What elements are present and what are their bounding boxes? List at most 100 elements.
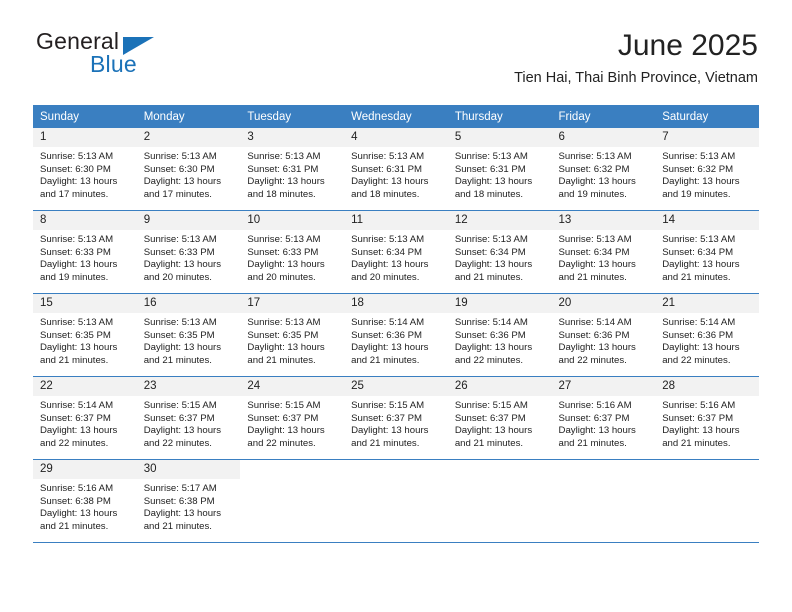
day-number: 2	[136, 128, 241, 147]
day-details: Sunrise: 5:15 AM Sunset: 6:37 PM Daylight:…	[240, 396, 344, 450]
day-cell[interactable]: 25 Sunrise: 5:15 AM Sunset: 6:37 PM Dayligh…	[344, 376, 448, 460]
day-cell[interactable]: 9 Sunrise: 5:13 AM Sunset: 6:33 PM Daylight…	[136, 210, 241, 294]
day-number: 20	[551, 294, 656, 313]
sunrise-text: Sunrise: 5:13 AM	[143, 151, 217, 162]
sunset-text: Sunset: 6:38 PM	[40, 495, 111, 507]
day-number: 25	[344, 377, 448, 396]
sunrise-text: Sunrise: 5:13 AM	[351, 151, 425, 162]
day-cell[interactable]: 4 Sunrise: 5:13 AM Sunset: 6:31 PM Daylight…	[344, 128, 448, 211]
daylight-text-line2: and 19 minutes.	[40, 271, 109, 283]
sunrise-text: Sunrise: 5:13 AM	[454, 234, 528, 245]
daylight-text-line2: and 22 minutes.	[143, 437, 212, 449]
sunrise-text: Sunrise: 5:13 AM	[454, 151, 528, 162]
day-cell[interactable]: 20 Sunrise: 5:14 AM Sunset: 6:36 PM Dayligh…	[551, 293, 656, 377]
daylight-text-line2: and 22 minutes.	[558, 354, 627, 366]
sunset-text: Sunset: 6:37 PM	[143, 412, 215, 424]
day-cell[interactable]: 8 Sunrise: 5:13 AM Sunset: 6:33 PM Daylight…	[33, 210, 137, 294]
daylight-text-line1: Daylight: 13 hours	[143, 425, 222, 437]
day-cell[interactable]: 26 Sunrise: 5:15 AM Sunset: 6:37 PM Dayligh…	[447, 376, 552, 460]
sunrise-text: Sunrise: 5:13 AM	[247, 151, 321, 162]
daylight-text-line2: and 20 minutes.	[351, 271, 420, 283]
day-number: 17	[240, 294, 345, 313]
daylight-text-line2: and 21 minutes.	[454, 271, 524, 283]
sunrise-text: Sunrise: 5:14 AM	[40, 400, 114, 411]
day-cell[interactable]: 24 Sunrise: 5:15 AM Sunset: 6:37 PM Dayligh…	[240, 376, 345, 460]
day-cell[interactable]: 23 Sunrise: 5:15 AM Sunset: 6:37 PM Dayligh…	[136, 376, 241, 460]
day-number	[240, 460, 344, 479]
day-details: Sunrise: 5:14 AM Sunset: 6:36 PM Daylight:…	[552, 313, 656, 367]
weekday-header-sunday: Sunday	[33, 105, 137, 128]
weekday-header-saturday: Saturday	[655, 105, 759, 128]
sunrise-text: Sunrise: 5:13 AM	[662, 234, 736, 245]
day-details: Sunrise: 5:14 AM Sunset: 6:36 PM Daylight:…	[655, 313, 759, 367]
daylight-text-line1: Daylight: 13 hours	[143, 259, 222, 271]
sunset-text: Sunset: 6:37 PM	[351, 412, 423, 424]
day-cell[interactable]: 17 Sunrise: 5:13 AM Sunset: 6:35 PM Dayligh…	[240, 293, 345, 377]
day-cell[interactable]: 22 Sunrise: 5:14 AM Sunset: 6:37 PM Dayligh…	[33, 376, 137, 460]
sunrise-text: Sunrise: 5:13 AM	[40, 234, 114, 245]
day-cell[interactable]: 30 Sunrise: 5:17 AM Sunset: 6:38 PM Dayligh…	[136, 459, 241, 542]
sunset-text: Sunset: 6:31 PM	[351, 163, 423, 175]
daylight-text-line2: and 18 minutes.	[454, 188, 524, 200]
day-number: 10	[240, 211, 345, 230]
day-cell[interactable]: 15 Sunrise: 5:13 AM Sunset: 6:35 PM Dayligh…	[33, 293, 137, 377]
day-number: 16	[136, 294, 241, 313]
day-cell[interactable]: 3 Sunrise: 5:13 AM Sunset: 6:31 PM Daylight…	[240, 128, 345, 211]
day-cell[interactable]: 18 Sunrise: 5:14 AM Sunset: 6:36 PM Dayligh…	[344, 293, 448, 377]
day-number: 11	[344, 211, 448, 230]
sunrise-text: Sunrise: 5:16 AM	[40, 483, 114, 494]
weekday-header-friday: Friday	[551, 105, 656, 128]
calendar-header-row: Sunday Monday Tuesday Wednesday Thursday…	[33, 105, 759, 128]
sunset-text: Sunset: 6:35 PM	[40, 329, 111, 341]
daylight-text-line1: Daylight: 13 hours	[454, 425, 533, 437]
calendar-bottom-rule	[33, 542, 759, 543]
day-cell[interactable]: 19 Sunrise: 5:14 AM Sunset: 6:36 PM Dayligh…	[447, 293, 552, 377]
day-cell[interactable]: 28 Sunrise: 5:16 AM Sunset: 6:37 PM Dayligh…	[655, 376, 759, 460]
day-details: Sunrise: 5:13 AM Sunset: 6:34 PM Daylight:…	[344, 230, 448, 284]
day-details: Sunrise: 5:13 AM Sunset: 6:35 PM Daylight:…	[33, 313, 137, 367]
day-number: 4	[344, 128, 448, 147]
day-cell[interactable]: 10 Sunrise: 5:13 AM Sunset: 6:33 PM Dayligh…	[240, 210, 345, 294]
sunset-text: Sunset: 6:33 PM	[143, 246, 215, 258]
sunset-text: Sunset: 6:34 PM	[454, 246, 526, 258]
day-cell[interactable]: 14 Sunrise: 5:13 AM Sunset: 6:34 PM Dayligh…	[655, 210, 759, 294]
sunset-text: Sunset: 6:33 PM	[40, 246, 111, 258]
daylight-text-line2: and 19 minutes.	[558, 188, 627, 200]
daylight-text-line1: Daylight: 13 hours	[662, 342, 740, 354]
day-number	[344, 460, 448, 479]
day-number: 8	[33, 211, 137, 230]
day-cell[interactable]: 13 Sunrise: 5:13 AM Sunset: 6:34 PM Dayligh…	[551, 210, 656, 294]
day-cell[interactable]: 16 Sunrise: 5:13 AM Sunset: 6:35 PM Dayligh…	[136, 293, 241, 377]
day-details: Sunrise: 5:14 AM Sunset: 6:37 PM Daylight:…	[33, 396, 137, 450]
daylight-text-line1: Daylight: 13 hours	[40, 176, 118, 188]
day-cell[interactable]: 21 Sunrise: 5:14 AM Sunset: 6:36 PM Dayligh…	[655, 293, 759, 377]
day-cell[interactable]: 12 Sunrise: 5:13 AM Sunset: 6:34 PM Dayligh…	[447, 210, 552, 294]
day-cell[interactable]: 27 Sunrise: 5:16 AM Sunset: 6:37 PM Dayligh…	[551, 376, 656, 460]
daylight-text-line2: and 21 minutes.	[662, 437, 731, 449]
daylight-text-line1: Daylight: 13 hours	[247, 176, 325, 188]
weekday-header-wednesday: Wednesday	[344, 105, 448, 128]
day-cell[interactable]: 2 Sunrise: 5:13 AM Sunset: 6:30 PM Daylight…	[136, 128, 241, 211]
day-details: Sunrise: 5:16 AM Sunset: 6:38 PM Daylight:…	[33, 479, 137, 533]
daylight-text-line2: and 22 minutes.	[454, 354, 524, 366]
daylight-text-line1: Daylight: 13 hours	[40, 425, 118, 437]
day-cell[interactable]: 5 Sunrise: 5:13 AM Sunset: 6:31 PM Daylight…	[447, 128, 552, 211]
calendar-body: 1 Sunrise: 5:13 AM Sunset: 6:30 PM Daylight…	[33, 128, 759, 542]
day-cell-empty	[240, 459, 345, 542]
day-cell[interactable]: 7 Sunrise: 5:13 AM Sunset: 6:32 PM Daylight…	[655, 128, 759, 211]
day-cell[interactable]: 6 Sunrise: 5:13 AM Sunset: 6:32 PM Daylight…	[551, 128, 656, 211]
sunset-text: Sunset: 6:37 PM	[454, 412, 526, 424]
sunset-text: Sunset: 6:30 PM	[143, 163, 215, 175]
daylight-text-line1: Daylight: 13 hours	[351, 176, 429, 188]
daylight-text-line2: and 21 minutes.	[662, 271, 731, 283]
day-cell[interactable]: 1 Sunrise: 5:13 AM Sunset: 6:30 PM Daylight…	[33, 128, 137, 211]
brand-logo[interactable]: General Blue	[34, 28, 264, 84]
weekday-header-monday: Monday	[136, 105, 241, 128]
day-number: 12	[447, 211, 552, 230]
day-cell[interactable]: 29 Sunrise: 5:16 AM Sunset: 6:38 PM Dayligh…	[33, 459, 137, 542]
day-number	[448, 460, 552, 479]
day-details: Sunrise: 5:13 AM Sunset: 6:33 PM Daylight:…	[33, 230, 137, 284]
daylight-text-line1: Daylight: 13 hours	[247, 425, 325, 437]
day-cell[interactable]: 11 Sunrise: 5:13 AM Sunset: 6:34 PM Dayligh…	[344, 210, 448, 294]
daylight-text-line1: Daylight: 13 hours	[454, 176, 533, 188]
